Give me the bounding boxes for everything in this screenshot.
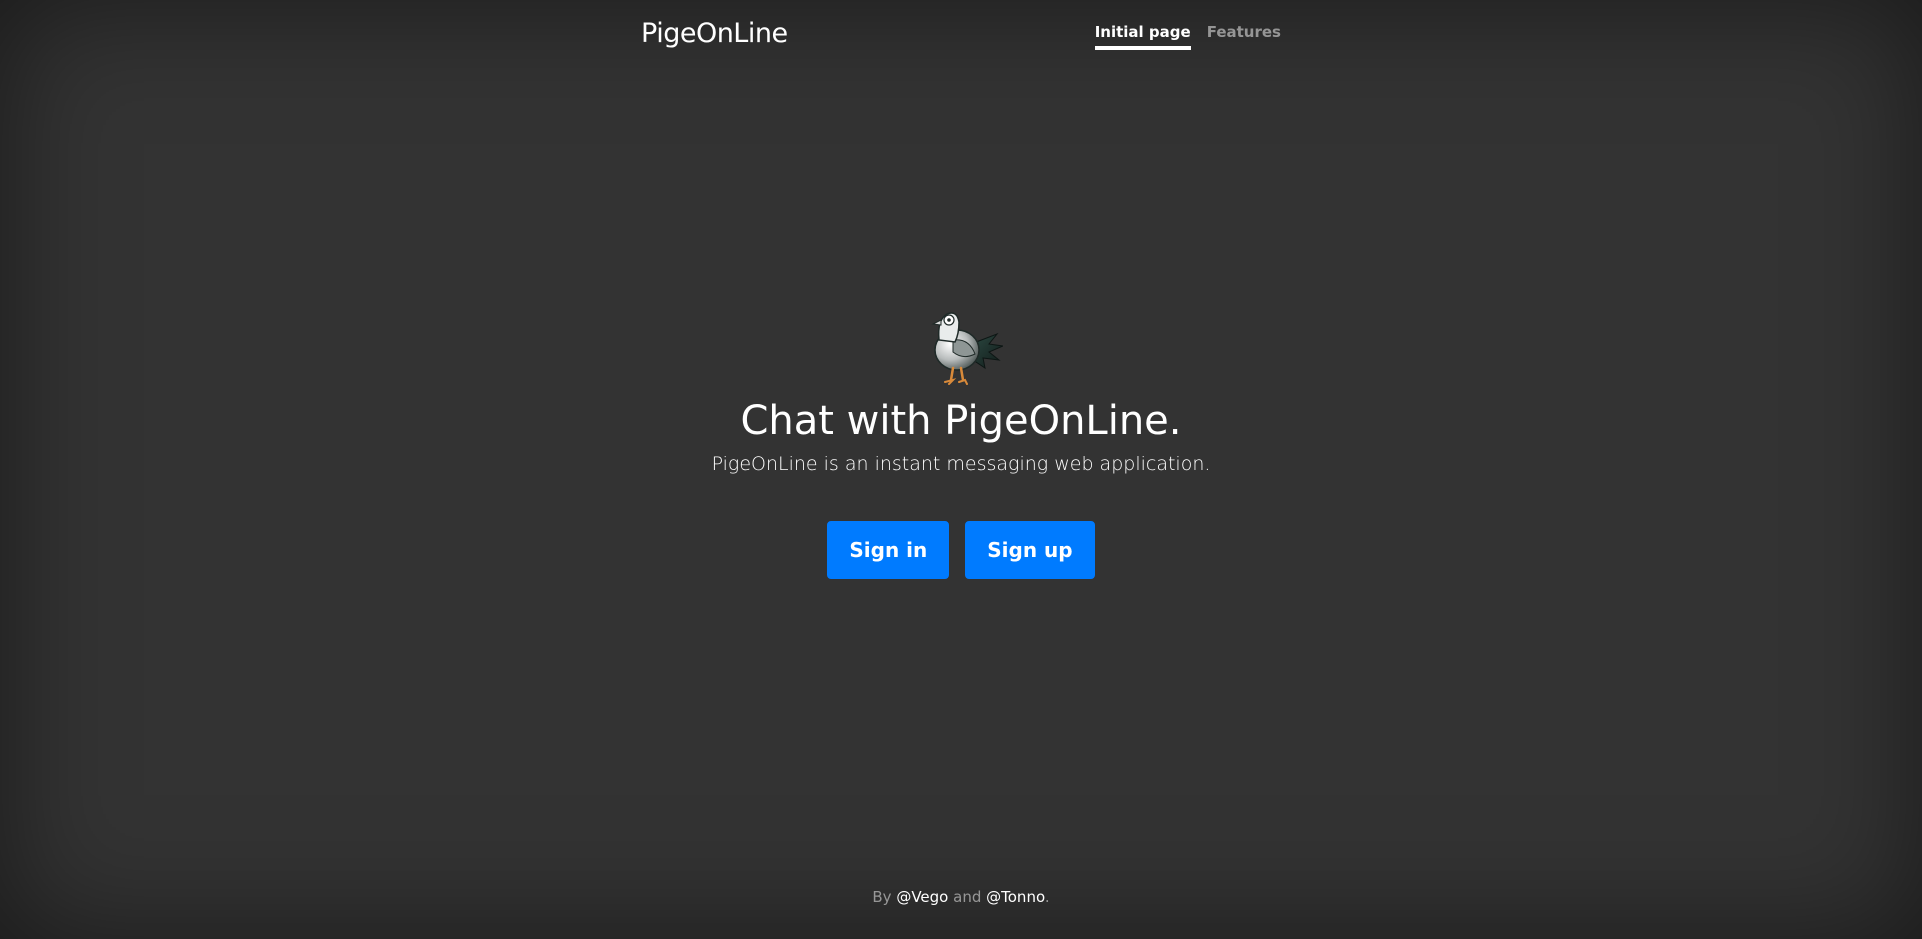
brand-title: PigeOnLine [641,18,788,49]
masthead: PigeOnLine Initial page Features [641,0,1281,60]
cover: Chat with PigeOnLine. PigeOnLine is an i… [0,300,1922,579]
main-nav: Initial page Features [1094,22,1281,50]
cover-heading: Chat with PigeOnLine. [740,398,1182,444]
cover-lead: PigeOnLine is an instant messaging web a… [711,453,1211,475]
footer-suffix: . [1044,888,1050,906]
footer-prefix: By [872,888,892,906]
footer: By @Vego and @Tonno. [0,887,1922,907]
author-vego-link[interactable]: @Vego [896,888,948,906]
author-tonno-link[interactable]: @Tonno [986,888,1045,906]
sign-up-button[interactable]: Sign up [965,521,1095,579]
auth-buttons: Sign in Sign up [0,521,1922,579]
footer-conjunction: and [953,888,982,906]
nav-features[interactable]: Features [1207,22,1281,50]
nav-initial-page[interactable]: Initial page [1094,22,1191,50]
sign-in-button[interactable]: Sign in [827,521,950,579]
pigeon-icon [931,312,1003,385]
